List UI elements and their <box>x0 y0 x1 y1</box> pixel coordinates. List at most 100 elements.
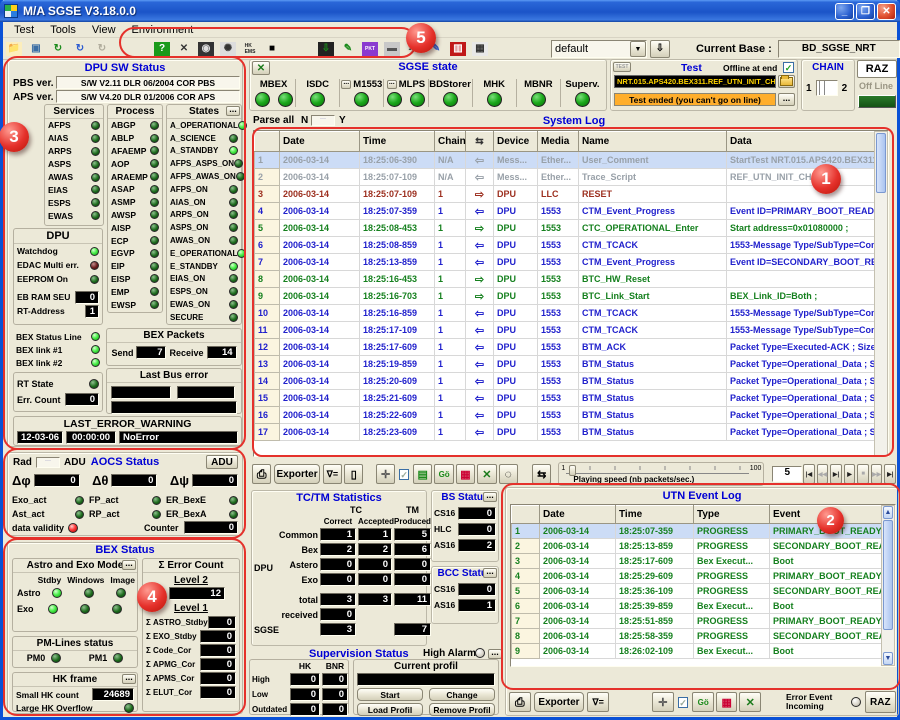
states-more-button[interactable]: ... <box>226 106 240 116</box>
log-row-5[interactable]: 52006-03-1418:25:08-4531⇨DPU1553CTC_OPER… <box>255 220 875 237</box>
move-button[interactable]: ✛ <box>376 464 395 484</box>
film-button[interactable]: ▥ <box>448 40 468 58</box>
minimize-button[interactable]: _ <box>835 3 854 20</box>
utn-go-button[interactable]: Gö <box>692 692 714 712</box>
utn-col-Date[interactable]: Date <box>540 506 616 524</box>
print-button[interactable]: ⎙ <box>252 464 271 484</box>
astro-exo-more-button[interactable]: ... <box>122 560 136 570</box>
test-more-button[interactable]: ... <box>778 93 795 106</box>
remove-profil-button[interactable]: Remove Profil <box>429 703 495 716</box>
exporter-button[interactable]: Exporter <box>274 464 319 484</box>
offline-at-end-checkbox[interactable]: ✓ <box>783 62 794 73</box>
utn-print-button[interactable]: ⎙ <box>509 692 531 712</box>
col-header-Name[interactable]: Name <box>579 132 727 152</box>
log-row-1[interactable]: 12006-03-1418:25:06-390N/A⇦Mess...Ether.… <box>255 152 875 169</box>
col-header-Date[interactable]: Date <box>280 132 360 152</box>
utn-col-num[interactable] <box>512 506 540 524</box>
sync-disabled-button[interactable]: ↻ <box>92 40 112 58</box>
title-bar[interactable]: M/A SGSE V3.18.0.0 _ ❐ ✕ <box>0 0 900 22</box>
change-button[interactable]: Change <box>429 688 495 701</box>
db-export-button[interactable]: ⇩ <box>316 40 336 58</box>
utn-exporter-button[interactable]: Exporter <box>534 692 585 712</box>
scroll-up-icon[interactable]: ▲ <box>883 506 893 519</box>
hk-frame-more-button[interactable]: ... <box>122 674 136 684</box>
signal-pen-button[interactable]: ✎ <box>338 40 358 58</box>
chain-slider[interactable] <box>816 80 838 96</box>
log-row-14[interactable]: 142006-03-1418:25:20-6091⇦DPU1553BTM_Sta… <box>255 373 875 390</box>
stop-button[interactable]: ■ <box>857 464 869 484</box>
utn-row-3[interactable]: 32006-03-1418:25:17-609Bex Execut...Boot <box>512 554 882 569</box>
log-row-9[interactable]: 92006-03-1418:25:16-7031⇨DPU1553BTC_Link… <box>255 288 875 305</box>
tools-button[interactable]: ✕ <box>174 40 194 58</box>
camera-button[interactable]: ◉ <box>196 40 216 58</box>
utn-raz-button[interactable]: RAZ <box>865 691 896 713</box>
col-header-num[interactable] <box>255 132 280 152</box>
rew-button[interactable]: ◀◀ <box>817 464 829 484</box>
menu-test[interactable]: Test <box>7 23 41 37</box>
preset-dropdown-icon[interactable]: ▼ <box>630 41 646 57</box>
utn-row-7[interactable]: 72006-03-1418:25:51-859PROGRESSPRIMARY_B… <box>512 614 882 629</box>
ffwd-button[interactable]: ▶▶ <box>871 464 883 484</box>
utn-col-Time[interactable]: Time <box>616 506 694 524</box>
col-header-Time[interactable]: Time <box>360 132 435 152</box>
go-button[interactable]: Gö <box>434 464 453 484</box>
utn-auto-checkbox[interactable]: ✓ <box>678 697 689 708</box>
settings-button[interactable]: ✕ <box>477 464 496 484</box>
load-profil-button[interactable]: Load Profil <box>357 703 423 716</box>
close-button[interactable]: ✕ <box>877 3 896 20</box>
scroll-down-icon[interactable]: ▼ <box>883 652 893 665</box>
zoom-button[interactable]: ◌ <box>499 464 518 484</box>
menu-tools[interactable]: Tools <box>43 23 83 37</box>
window-button[interactable]: ▣ <box>26 40 46 58</box>
utn-row-6[interactable]: 62006-03-1418:25:39-859Bex Execut...Boot <box>512 599 882 614</box>
utn-scrollbar[interactable]: ▲ ▼ <box>881 505 895 666</box>
test-mini-button[interactable]: TEST <box>613 62 631 72</box>
log-row-4[interactable]: 42006-03-1418:25:07-3591⇦DPU1553CTM_Even… <box>255 203 875 220</box>
utn-settings-button[interactable]: ✕ <box>739 692 761 712</box>
chip-button[interactable]: ▬ <box>382 40 402 58</box>
maximize-button[interactable]: ❐ <box>856 3 875 20</box>
utn-move-button[interactable]: ✛ <box>652 692 674 712</box>
refresh-list-button[interactable]: ▤ <box>413 464 432 484</box>
utn-row-4[interactable]: 42006-03-1418:25:29-609PROGRESSPRIMARY_B… <box>512 569 882 584</box>
open-test-button[interactable] <box>778 75 795 88</box>
first-button[interactable]: |◀ <box>803 464 815 484</box>
pkt-button[interactable]: PKT <box>360 40 380 58</box>
start-monitoring-button[interactable]: Start Monitoring <box>357 688 423 701</box>
high-alarm-more-button[interactable]: ... <box>488 649 502 659</box>
play-button[interactable]: ▶ <box>844 464 856 484</box>
hk-ems-button[interactable]: HK EMS <box>240 40 260 58</box>
preset-combobox[interactable]: default ▼ <box>551 40 647 58</box>
bcc-more-button[interactable]: ... <box>483 568 497 578</box>
last-button[interactable]: ▶| <box>884 464 896 484</box>
log-row-17[interactable]: 172006-03-1418:25:23-6091⇦DPU1553BTM_Sta… <box>255 424 875 441</box>
col-header-Media[interactable]: Media <box>538 132 579 152</box>
log-row-11[interactable]: 112006-03-1418:25:17-1091⇦DPU1553CTM_TCA… <box>255 322 875 339</box>
col-header-Chain[interactable]: Chain <box>435 132 466 152</box>
gear-button[interactable]: ✺ <box>218 40 238 58</box>
utn-clear-button[interactable]: ▦ <box>716 692 738 712</box>
swap-button[interactable]: ⇆ <box>532 464 551 484</box>
utn-row-5[interactable]: 52006-03-1418:25:36-109PROGRESSSECONDARY… <box>512 584 882 599</box>
log-row-6[interactable]: 62006-03-1418:25:08-8591⇦DPU1553CTM_TCAC… <box>255 237 875 254</box>
sync-green-button[interactable]: ↻ <box>48 40 68 58</box>
log-row-7[interactable]: 72006-03-1418:25:13-8591⇦DPU1553CTM_Even… <box>255 254 875 271</box>
utn-row-2[interactable]: 22006-03-1418:25:13-859PROGRESSSECONDARY… <box>512 539 882 554</box>
log-row-8[interactable]: 82006-03-1418:25:16-4531⇨DPU1553BTC_HW_R… <box>255 271 875 288</box>
log-row-2[interactable]: 22006-03-1418:25:07-109N/A⇦Mess...Ether.… <box>255 169 875 186</box>
log-row-16[interactable]: 162006-03-1418:25:22-6091⇦DPU1553BTM_Sta… <box>255 407 875 424</box>
log-row-13[interactable]: 132006-03-1418:25:19-8591⇦DPU1553BTM_Sta… <box>255 356 875 373</box>
filter-button[interactable]: ∇= <box>323 464 342 484</box>
utn-col-Type[interactable]: Type <box>694 506 770 524</box>
col-header-Device[interactable]: Device <box>494 132 538 152</box>
menu-environment[interactable]: Environment <box>125 23 201 37</box>
page-field[interactable]: 5 <box>772 466 802 482</box>
sync-blue-button[interactable]: ↻ <box>70 40 90 58</box>
col-header-dir[interactable]: ⇆ <box>466 132 494 152</box>
save-preset-button[interactable]: ⇩ <box>650 40 670 58</box>
log-row-3[interactable]: 32006-03-1418:25:07-1091⇨DPULLCRESET <box>255 186 875 203</box>
adu-button[interactable]: ADU <box>206 455 238 469</box>
log-row-12[interactable]: 122006-03-1418:25:17-6091⇦DPU1553BTM_ACK… <box>255 339 875 356</box>
sgse-item-more-button[interactable]: ... <box>387 80 397 89</box>
utn-row-8[interactable]: 82006-03-1418:25:58-359PROGRESSSECONDARY… <box>512 629 882 644</box>
